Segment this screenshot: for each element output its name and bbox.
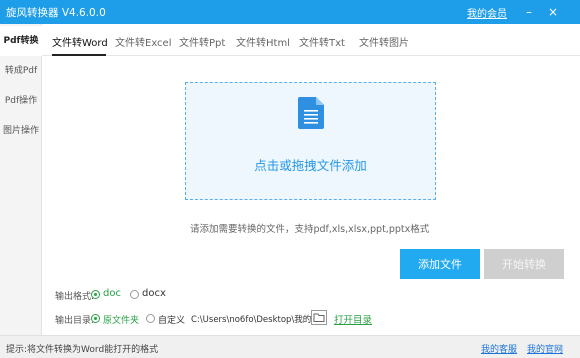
browse-folder-button[interactable] <box>311 310 327 325</box>
tab-to-html[interactable]: 文件转Html <box>236 34 290 49</box>
dir-original-radio[interactable] <box>91 314 100 323</box>
active-tab-indicator <box>52 54 106 56</box>
sidebar-item-to-pdf[interactable]: 转成Pdf <box>0 56 42 86</box>
tab-to-image[interactable]: 文件转图片 <box>359 34 409 49</box>
drop-zone-label: 点击或拖拽文件添加 <box>254 158 367 173</box>
sidebar-item-image-ops[interactable]: 图片操作 <box>0 116 42 146</box>
tab-to-word[interactable]: 文件转Word <box>52 34 108 49</box>
sidebar-item-pdf-ops[interactable]: Pdf操作 <box>0 86 42 116</box>
customer-service-link[interactable]: 我的客服 <box>481 342 517 355</box>
add-file-button[interactable]: 添加文件 <box>400 249 480 279</box>
tab-to-excel[interactable]: 文件转Excel <box>115 34 172 49</box>
output-format-label: 输出格式: <box>55 292 95 302</box>
format-doc-label[interactable]: doc <box>103 288 121 299</box>
start-convert-button[interactable]: 开始转换 <box>484 249 564 279</box>
output-path: C:\Users\no6fo\Desktop\我的文 <box>191 315 319 325</box>
tab-bar: 文件转Word 文件转Excel 文件转Ppt 文件转Html 文件转Txt 文… <box>42 24 580 56</box>
title-bar: 旋风转换器 V4.6.0.0 我的会员 – × <box>0 0 580 24</box>
output-dir-label: 输出目录: <box>55 316 95 326</box>
sidebar-item-pdf-convert[interactable]: Pdf转换 <box>0 26 42 56</box>
file-drop-zone[interactable]: 点击或拖拽文件添加 <box>185 82 436 200</box>
close-icon[interactable]: × <box>544 3 562 21</box>
open-directory-link[interactable]: 打开目录 <box>334 312 372 326</box>
dir-original-label[interactable]: 原文件夹 <box>103 313 139 326</box>
official-site-link[interactable]: 我的官网 <box>527 342 563 355</box>
supported-formats-hint: 请添加需要转换的文件，支持pdf,xls,xlsx,ppt,pptx格式 <box>190 224 430 235</box>
app-title: 旋风转换器 V4.6.0.0 <box>6 7 106 19</box>
minimize-icon[interactable]: – <box>520 3 538 21</box>
sidebar: Pdf转换 转成Pdf Pdf操作 图片操作 <box>0 24 42 335</box>
folder-icon <box>313 313 325 322</box>
tab-to-ppt[interactable]: 文件转Ppt <box>179 34 225 49</box>
dir-custom-radio[interactable] <box>146 314 155 323</box>
member-link[interactable]: 我的会员 <box>467 5 507 20</box>
tab-to-txt[interactable]: 文件转Txt <box>299 34 345 49</box>
document-icon <box>298 97 324 129</box>
status-tip: 提示:将文件转换为Word能打开的格式 <box>6 345 159 355</box>
format-doc-radio[interactable] <box>91 290 100 299</box>
format-docx-radio[interactable] <box>130 290 139 299</box>
status-bar: 提示:将文件转换为Word能打开的格式 我的客服 我的官网 <box>0 335 580 358</box>
dir-custom-label[interactable]: 自定义 <box>158 313 185 326</box>
format-docx-label[interactable]: docx <box>142 288 166 299</box>
